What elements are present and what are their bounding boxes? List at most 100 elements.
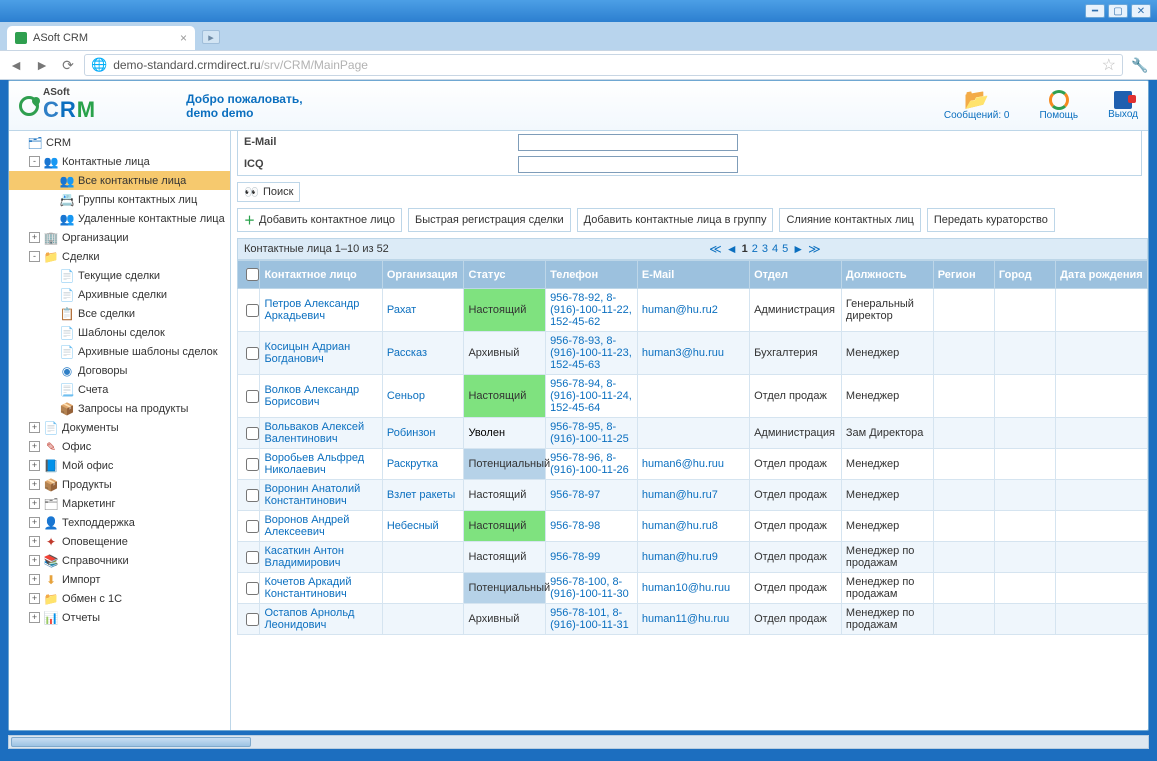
email-link[interactable]: human@hu.ru9 — [642, 551, 718, 563]
sidebar-item[interactable]: 👥Все контактные лица — [9, 171, 230, 190]
url-field[interactable]: 🌐 demo-standard.crmdirect.ru/srv/CRM/Mai… — [84, 54, 1123, 76]
expand-icon[interactable]: + — [29, 460, 40, 471]
expand-icon[interactable]: - — [29, 251, 40, 262]
horizontal-scrollbar[interactable] — [8, 735, 1149, 749]
settings-button[interactable]: 🔧 — [1129, 57, 1151, 74]
expand-icon[interactable]: + — [29, 593, 40, 604]
phone-link[interactable]: 956-78-93, 8-(916)-100-11-23, 152-45-63 — [550, 335, 632, 371]
column-header[interactable]: Должность — [841, 261, 933, 289]
phone-link[interactable]: 956-78-100, 8-(916)-100-11-30 — [550, 576, 629, 600]
email-link[interactable]: human11@hu.ruu — [642, 613, 729, 625]
forward-button[interactable]: ► — [32, 56, 52, 74]
column-header[interactable]: Телефон — [546, 261, 638, 289]
contact-link[interactable]: Воронин Анатолий Константинович — [264, 483, 360, 507]
sidebar-item[interactable]: 📋Все сделки — [9, 304, 230, 323]
column-header[interactable]: Статус — [464, 261, 546, 289]
pager-first[interactable]: ≪ — [709, 242, 722, 256]
sidebar-item[interactable]: 📇Группы контактных лиц — [9, 190, 230, 209]
sidebar-item[interactable]: +🗂Маркетинг — [9, 494, 230, 513]
tree-root[interactable]: 🗂CRM — [9, 133, 230, 152]
contact-link[interactable]: Кочетов Аркадий Константинович — [264, 576, 351, 600]
expand-icon[interactable]: + — [29, 498, 40, 509]
contact-link[interactable]: Волков Александр Борисович — [264, 384, 359, 408]
tab-close-icon[interactable]: × — [180, 31, 187, 45]
sidebar-item[interactable]: +📊Отчеты — [9, 608, 230, 627]
phone-link[interactable]: 956-78-101, 8-(916)-100-11-31 — [550, 607, 629, 631]
phone-link[interactable]: 956-78-94, 8-(916)-100-11-24, 152-45-64 — [550, 378, 632, 414]
exit-button[interactable]: Выход — [1108, 91, 1138, 120]
sidebar-item[interactable]: +📦Продукты — [9, 475, 230, 494]
sidebar-item[interactable]: 📄Архивные шаблоны сделок — [9, 342, 230, 361]
expand-icon[interactable]: + — [29, 422, 40, 433]
org-link[interactable]: Робинзон — [387, 427, 436, 439]
org-link[interactable]: Раскрутка — [387, 458, 438, 470]
messages-button[interactable]: 📂 Сообщений: 0 — [944, 90, 1010, 121]
phone-link[interactable]: 956-78-99 — [550, 551, 600, 563]
row-checkbox[interactable] — [246, 551, 259, 564]
phone-link[interactable]: 956-78-97 — [550, 489, 600, 501]
email-link[interactable]: human3@hu.ruu — [642, 347, 724, 359]
sidebar-item[interactable]: -📁Сделки — [9, 247, 230, 266]
expand-icon[interactable]: + — [29, 536, 40, 547]
pager-page[interactable]: 2 — [752, 243, 758, 255]
email-link[interactable]: human6@hu.ruu — [642, 458, 724, 470]
expand-icon[interactable]: + — [29, 517, 40, 528]
new-tab-button[interactable]: ▸ — [202, 30, 220, 44]
row-checkbox[interactable] — [246, 458, 259, 471]
sidebar-item[interactable]: 📄Архивные сделки — [9, 285, 230, 304]
org-link[interactable]: Взлет ракеты — [387, 489, 455, 501]
pager-page[interactable]: 3 — [762, 243, 768, 255]
expand-icon[interactable]: + — [29, 612, 40, 623]
select-all-checkbox[interactable] — [246, 268, 259, 281]
back-button[interactable]: ◄ — [6, 56, 26, 74]
pager-page[interactable]: 1 — [742, 243, 748, 255]
row-checkbox[interactable] — [246, 582, 259, 595]
expand-icon[interactable]: + — [29, 441, 40, 452]
sidebar-item[interactable]: 📄Текущие сделки — [9, 266, 230, 285]
column-header[interactable]: Контактное лицо — [260, 261, 382, 289]
sidebar-item[interactable]: +📘Мой офис — [9, 456, 230, 475]
expand-icon[interactable]: + — [29, 479, 40, 490]
maximize-button[interactable]: ▢ — [1108, 4, 1128, 18]
column-header[interactable]: Регион — [933, 261, 994, 289]
contact-link[interactable]: Воробьев Альфред Николаевич — [264, 452, 364, 476]
action-button[interactable]: ＋Добавить контактное лицо — [237, 208, 402, 232]
email-link[interactable]: human@hu.ru7 — [642, 489, 718, 501]
phone-link[interactable]: 956-78-95, 8-(916)-100-11-25 — [550, 421, 629, 445]
sidebar-item[interactable]: +🏢Организации — [9, 228, 230, 247]
action-button[interactable]: Быстрая регистрация сделки — [408, 208, 571, 232]
column-header[interactable] — [238, 261, 260, 289]
action-button[interactable]: Передать кураторство — [927, 208, 1055, 232]
email-input[interactable] — [518, 134, 738, 151]
contact-link[interactable]: Остапов Арнольд Леонидович — [264, 607, 354, 631]
expand-icon[interactable]: - — [29, 156, 40, 167]
column-header[interactable]: Дата рождения — [1056, 261, 1148, 289]
reload-button[interactable]: ⟳ — [58, 56, 78, 74]
row-checkbox[interactable] — [246, 427, 259, 440]
row-checkbox[interactable] — [246, 390, 259, 403]
sidebar-item[interactable]: -👥Контактные лица — [9, 152, 230, 171]
action-button[interactable]: Слияние контактных лиц — [779, 208, 920, 232]
expand-icon[interactable]: + — [29, 574, 40, 585]
scrollbar-thumb[interactable] — [11, 737, 251, 747]
close-button[interactable]: ✕ — [1131, 4, 1151, 18]
row-checkbox[interactable] — [246, 489, 259, 502]
column-header[interactable]: Организация — [382, 261, 464, 289]
phone-link[interactable]: 956-78-92, 8-(916)-100-11-22, 152-45-62 — [550, 292, 632, 328]
minimize-button[interactable]: ━ — [1085, 4, 1105, 18]
sidebar-item[interactable]: +📚Справочники — [9, 551, 230, 570]
pager-prev[interactable]: ◄ — [726, 242, 738, 256]
column-header[interactable]: Отдел — [750, 261, 842, 289]
expand-icon[interactable]: + — [29, 555, 40, 566]
sidebar-item[interactable]: +✎Офис — [9, 437, 230, 456]
pager-next[interactable]: ► — [792, 242, 804, 256]
contact-link[interactable]: Воронов Андрей Алексеевич — [264, 514, 349, 538]
row-checkbox[interactable] — [246, 520, 259, 533]
contact-link[interactable]: Вольваков Алексей Валентинович — [264, 421, 364, 445]
sidebar-item[interactable]: +📁Обмен с 1С — [9, 589, 230, 608]
pager-page[interactable]: 4 — [772, 243, 778, 255]
email-link[interactable]: human10@hu.ruu — [642, 582, 730, 594]
sidebar-item[interactable]: 📄Шаблоны сделок — [9, 323, 230, 342]
action-button[interactable]: Добавить контактные лица в группу — [577, 208, 774, 232]
icq-input[interactable] — [518, 156, 738, 173]
